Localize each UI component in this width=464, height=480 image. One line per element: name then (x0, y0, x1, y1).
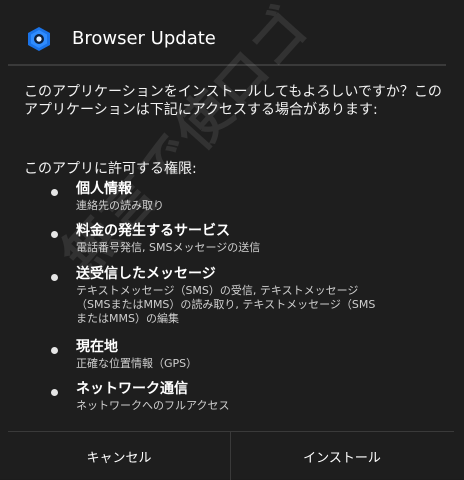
app-hexagon-icon (28, 27, 50, 51)
install-button[interactable]: インストール (231, 432, 453, 480)
permission-description: 連絡先の読み取り (76, 199, 164, 212)
bullet-icon (51, 389, 58, 396)
bullet-icon (51, 274, 58, 281)
bullet-icon (51, 231, 58, 238)
permission-description: 正確な位置情報（GPS） (76, 357, 198, 370)
permission-description: 電話番号発信, SMSメッセージの送信 (76, 241, 261, 254)
install-confirmation-text: このアプリケーションをインストールしてもよろしいですか？このアプリケーションは下… (24, 84, 442, 118)
permission-title: 料金の発生するサービス (76, 223, 230, 239)
cancel-button[interactable]: キャンセル (8, 432, 230, 480)
permission-title: ネットワーク通信 (76, 381, 188, 397)
dialog-button-bar: キャンセル インストール (8, 431, 454, 480)
install-dialog: Browser Update このアプリケーションをインストールしてもよろしいで… (0, 0, 464, 480)
permission-description: ネットワークへのフルアクセス (76, 399, 230, 412)
dialog-header: Browser Update (0, 0, 464, 64)
permission-title: 現在地 (76, 339, 118, 355)
bullet-icon (51, 347, 58, 354)
permissions-heading: このアプリに許可する権限: (24, 161, 197, 177)
permission-title: 送受信したメッセージ (76, 266, 216, 282)
permission-description: テキストメッセージ（SMS）の受信, テキストメッセージ（SMSまたはMMS）の… (76, 284, 376, 325)
title-divider (8, 64, 446, 66)
dialog-title: Browser Update (72, 28, 216, 49)
permission-title: 個人情報 (76, 181, 132, 197)
bullet-icon (51, 189, 58, 196)
